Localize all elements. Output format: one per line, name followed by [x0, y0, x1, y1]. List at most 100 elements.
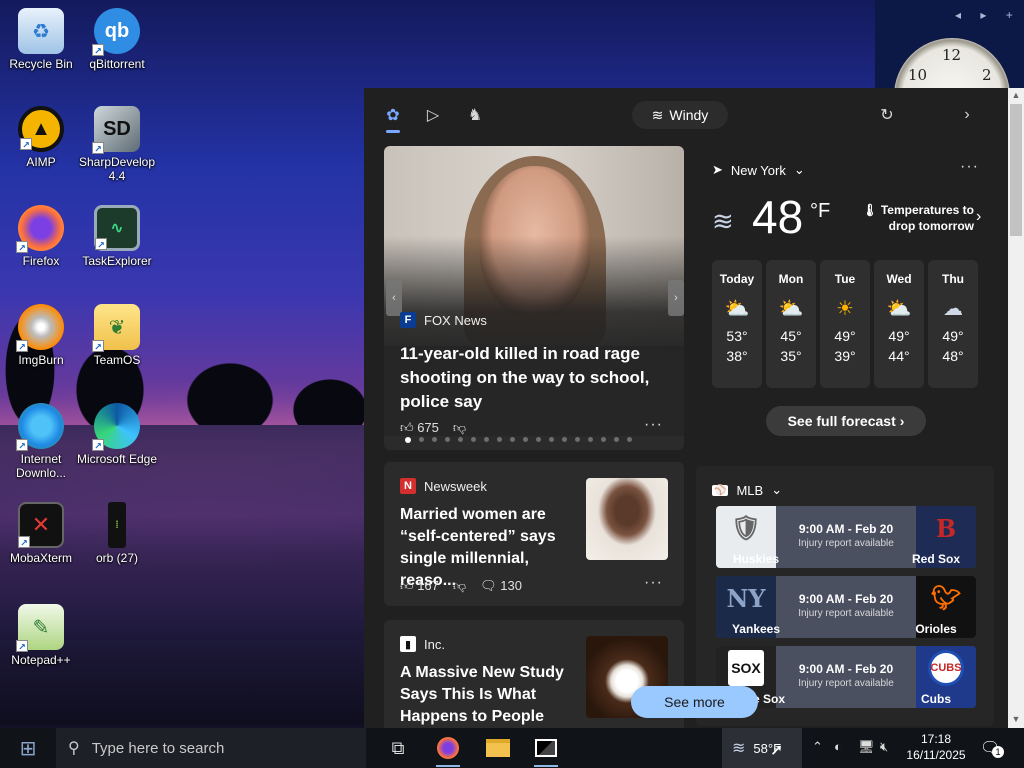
more-options-icon[interactable]: ··· [960, 158, 979, 176]
desktop-icon-qbittorrent[interactable]: qb ↗ qBittorrent [76, 8, 158, 71]
start-button[interactable]: ⊞ [0, 728, 56, 768]
wind-icon: ≋ [732, 740, 746, 757]
desktop-icon-label: SharpDevelop 4.4 [78, 155, 156, 183]
carousel-dot[interactable] [445, 437, 450, 442]
news-card-newsweek[interactable]: N Newsweek Married women are “self-cente… [384, 462, 684, 606]
forecast-day[interactable]: Today ⛅ 53° 38° [712, 260, 762, 388]
taskbar-weather-button[interactable]: ≋ 58°F [722, 728, 802, 768]
desktop-icon-teamos[interactable]: ❦ ↗ TeamOS [76, 304, 158, 367]
video-icon[interactable]: ▷ [420, 102, 446, 128]
carousel-dot[interactable] [588, 437, 593, 442]
desktop-icon-label: TaskExplorer [82, 254, 152, 268]
carousel-dot[interactable] [549, 437, 554, 442]
carousel-dot[interactable] [405, 437, 411, 443]
forecast-day[interactable]: Tue ☀ 49° 39° [820, 260, 870, 388]
see-more-button[interactable]: See more [631, 686, 758, 718]
taskbar-clock[interactable]: 17:18 16/11/2025 [900, 731, 972, 763]
photos-icon[interactable] [528, 732, 564, 767]
firefox-taskbar-icon[interactable] [430, 732, 466, 767]
carousel-next-button[interactable]: › [668, 280, 684, 316]
desktop-icon-recycle-bin[interactable]: ♻ Recycle Bin [0, 8, 82, 71]
desktop-icon-aimp[interactable]: ▲ ↗ AIMP [0, 106, 82, 169]
hero-headline[interactable]: 11-year-old killed in road rage shooting… [400, 342, 672, 414]
qbittorrent-icon: qb ↗ [92, 8, 140, 56]
carousel-dot[interactable] [510, 437, 515, 442]
story-headline[interactable]: A Massive New Study Says This Is What Ha… [400, 662, 584, 728]
desktop-icon-taskexplorer[interactable]: ∿ ↗ TaskExplorer [76, 205, 158, 268]
carousel-dot[interactable] [432, 437, 437, 442]
chevron-right-icon[interactable]: › [976, 208, 981, 226]
game-row[interactable]: 🛡︎ B 9:00 AM - Feb 20 Injury report avai… [716, 506, 976, 568]
forecast-day[interactable]: Mon ⛅ 45° 35° [766, 260, 816, 388]
desktop-icon-internet-download-manager[interactable]: ↗ Internet Downlo... [0, 403, 82, 480]
carousel-prev-button[interactable]: ‹ [386, 280, 402, 316]
windows-logo-icon: ⊞ [19, 737, 37, 760]
scroll-up-icon[interactable]: ▲ [1010, 90, 1022, 100]
carousel-dot[interactable] [536, 437, 541, 442]
temperature-unit: °F [810, 200, 831, 222]
weather-card[interactable]: ➤ New York ⌄ ··· ≋ 48 °F 🌡︎ Temperatures… [696, 146, 994, 446]
games-icon[interactable]: ♞ [462, 102, 488, 128]
carousel-dot[interactable] [575, 437, 580, 442]
carousel-dot[interactable] [419, 437, 424, 442]
desktop-icon-imgburn[interactable]: ↗ ImgBurn [0, 304, 82, 367]
desktop-icon-mobaxterm[interactable]: ✕ ↗ MobaXterm [0, 502, 82, 565]
like-button[interactable]: 👍︎ 675 [400, 420, 439, 436]
current-temperature: 48 [752, 191, 804, 243]
weather-location[interactable]: ➤ New York ⌄ [712, 162, 805, 178]
scrollbar-thumb[interactable] [1010, 104, 1022, 236]
notification-center-button[interactable]: 🗨︎ 1 [980, 738, 1004, 758]
hero-news-card[interactable]: ‹ › F FOX News 11-year-old killed in roa… [384, 146, 684, 450]
carousel-dot[interactable] [601, 437, 606, 442]
carousel-dot[interactable] [614, 437, 619, 442]
game-row[interactable]: NY 🐦︎ 9:00 AM - Feb 20 Injury report ava… [716, 576, 976, 638]
carousel-dot[interactable] [627, 437, 632, 442]
carousel-dot[interactable] [523, 437, 528, 442]
taskbar-search[interactable]: ⚲ Type here to search [56, 728, 366, 768]
chevron-right-icon[interactable]: › [954, 102, 980, 128]
forecast-day[interactable]: Wed ⛅ 49° 44° [874, 260, 924, 388]
carousel-dot[interactable] [484, 437, 489, 442]
team-name: Cubs [921, 692, 951, 706]
forecast-day[interactable]: Thu ☁ 49° 48° [928, 260, 978, 388]
like-button[interactable]: 👍︎ 167 [400, 578, 439, 594]
desktop-icon-label: Notepad++ [11, 653, 71, 667]
file-explorer-icon[interactable] [480, 732, 516, 764]
refresh-icon[interactable]: ↻ [874, 102, 900, 128]
carousel-dot[interactable] [562, 437, 567, 442]
weather-pill[interactable]: ≋ Windy [632, 101, 728, 129]
more-options-icon[interactable]: ··· [644, 416, 663, 434]
desktop-icon-orb[interactable]: ⁞ orb (27) [76, 502, 158, 565]
location-label: New York [730, 162, 786, 178]
carousel-dot[interactable] [497, 437, 502, 442]
forecast-day-name: Today [719, 272, 755, 286]
news-interests-panel: ✿ ▷ ♞ ≋ Windy ↻ › ‹ › F FOX News 11-year… [364, 88, 1008, 728]
see-full-forecast-button[interactable]: See full forecast › [766, 406, 926, 436]
comment-button[interactable]: 🗨︎ 130 [480, 578, 522, 594]
desktop-icon-label: qBittorrent [89, 57, 145, 71]
wind-icon: ≋ [712, 206, 734, 236]
gadget-controls[interactable]: ◂ ▸ + [955, 8, 1021, 22]
volume-muted-icon[interactable]: 🔇︎ [880, 739, 888, 755]
feed-icon[interactable]: ✿ [380, 102, 406, 128]
dislike-icon[interactable]: 👎︎ [453, 420, 466, 436]
thermometer-icon: 🌡︎ [862, 203, 878, 217]
desktop-icon-notepadpp[interactable]: ✎ ↗ Notepad++ [0, 604, 82, 667]
more-options-icon[interactable]: ··· [644, 574, 663, 592]
scroll-down-icon[interactable]: ▼ [1010, 714, 1022, 724]
carousel-dot[interactable] [458, 437, 463, 442]
show-hidden-icons-button[interactable]: ⌃ [812, 739, 823, 755]
weather-alert[interactable]: 🌡︎ Temperatures to drop tomorrow [844, 202, 974, 234]
task-view-icon[interactable]: ⧉ [380, 732, 416, 764]
story-reactions: 👍︎ 167 👎︎ 🗨︎ 130 [400, 578, 522, 594]
story-source-label: Inc. [424, 636, 445, 652]
forecast-high: 53° [726, 328, 748, 344]
carousel-dot[interactable] [471, 437, 476, 442]
desktop-icon-sharpdevelop[interactable]: SD ↗ SharpDevelop 4.4 [76, 106, 158, 183]
meet-now-icon[interactable]: ◐ [834, 739, 842, 754]
desktop-icon-microsoft-edge[interactable]: ↗ Microsoft Edge [76, 403, 158, 466]
desktop-icon-firefox[interactable]: ↗ Firefox [0, 205, 82, 268]
network-icon[interactable]: 🖥︎ [858, 739, 875, 755]
dislike-icon[interactable]: 👎︎ [453, 578, 466, 594]
mlb-header[interactable]: ⚾ MLB ⌄ [712, 482, 782, 498]
